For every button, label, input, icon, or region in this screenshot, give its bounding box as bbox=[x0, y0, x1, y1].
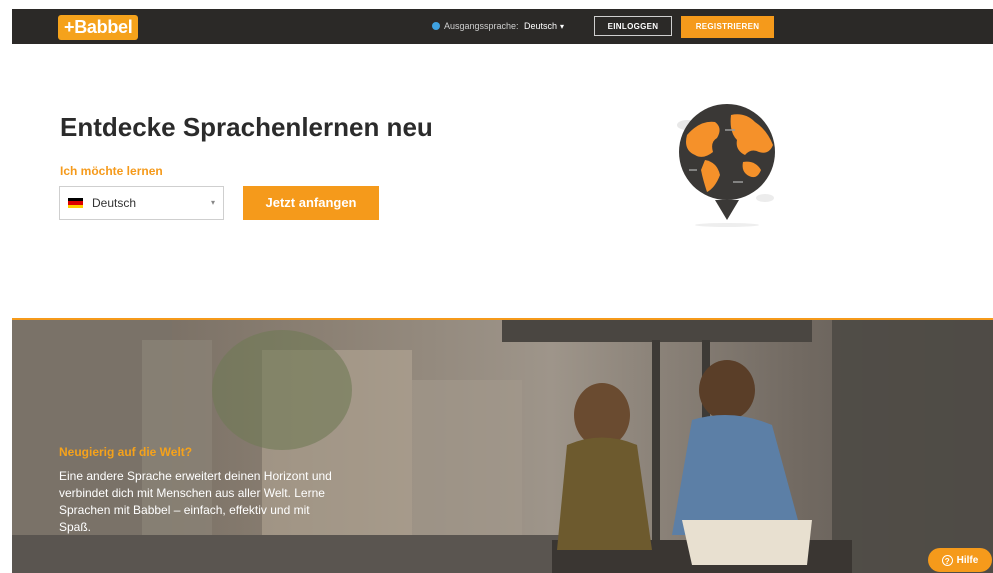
source-language-value: Deutsch bbox=[524, 21, 558, 31]
globe-map-pin-illustration bbox=[677, 104, 775, 227]
login-button[interactable]: EINLOGGEN bbox=[594, 16, 672, 36]
hero-photo-banner: Neugierig auf die Welt? Eine andere Spra… bbox=[12, 318, 993, 573]
chevron-down-icon: ▾ bbox=[560, 21, 565, 31]
chevron-down-icon: ▾ bbox=[210, 198, 215, 207]
start-button[interactable]: Jetzt anfangen bbox=[243, 186, 379, 220]
babbel-logo[interactable]: +Babbel bbox=[58, 15, 139, 40]
source-language-label: Ausgangssprache: bbox=[444, 21, 519, 31]
source-language-select[interactable]: Deutsch ▾ bbox=[524, 21, 564, 31]
learn-language-label: Ich möchte lernen bbox=[60, 164, 163, 178]
register-button[interactable]: REGISTRIEREN bbox=[681, 16, 774, 38]
german-flag-icon bbox=[68, 198, 83, 208]
question-circle-icon: ? bbox=[941, 554, 953, 566]
learn-language-value: Deutsch bbox=[92, 196, 137, 210]
teaser-title: Neugierig auf die Welt? bbox=[59, 445, 193, 459]
source-language-label-group: Ausgangssprache: bbox=[432, 21, 519, 31]
page-headline: Entdecke Sprachenlernen neu bbox=[60, 112, 433, 142]
top-navigation-bar: +Babbel Ausgangssprache: Deutsch ▾ EINLO… bbox=[12, 9, 993, 44]
help-button-label: Hilfe bbox=[956, 554, 979, 566]
globe-icon bbox=[432, 22, 440, 30]
help-button[interactable]: ? Hilfe bbox=[928, 548, 992, 572]
teaser-text: Eine andere Sprache erweitert deinen Hor… bbox=[59, 469, 332, 534]
learn-language-select[interactable]: Deutsch ▾ bbox=[59, 186, 224, 220]
